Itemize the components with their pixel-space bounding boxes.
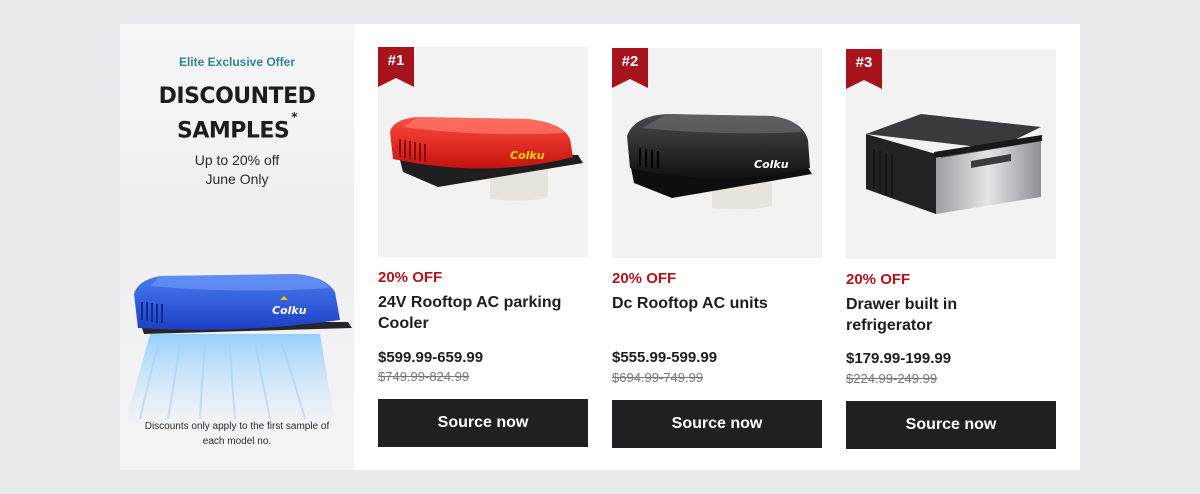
product-image-2[interactable]: Colku #2 [612,48,822,258]
original-price-1: $749.99-824.99 [378,369,470,384]
product-card-2[interactable]: Colku #2 20% OFF Dc Rooftop AC units $55… [612,24,822,470]
promo-eyebrow: Elite Exclusive Offer [178,55,296,69]
promo-disclaimer: Discounts only apply to the first sample… [144,421,330,447]
product-image-1[interactable]: Colku #1 [378,47,588,257]
discount-label-2: 20% OFF [612,270,677,287]
product-image-3[interactable]: #3 [846,49,1056,259]
rank-badge-1: #1 [378,47,414,87]
rank-badge-3: #3 [846,49,882,89]
promo-banner[interactable]: Elite Exclusive Offer DISCOUNTED SAMPLES… [120,24,354,470]
product-name-1[interactable]: 24V Rooftop AC parking Cooler [378,292,578,334]
product-name-2[interactable]: Dc Rooftop AC units [612,293,812,314]
rank-label-3: #3 [855,54,873,71]
promo-sub-line-1: Up to 20% off [194,152,280,168]
discount-label-1: 20% OFF [378,269,443,286]
source-now-button-1[interactable]: Source now [378,399,588,447]
discount-label-3: 20% OFF [846,271,911,288]
product-price-1: $599.99-659.99 [378,349,484,366]
source-now-button-2[interactable]: Source now [612,400,822,448]
colku-logo-blue: Colku [272,304,307,317]
headline-line-1: DISCOUNTED [158,84,316,109]
original-price-2: $694.99-749.99 [612,370,704,385]
product-card-1[interactable]: Colku #1 20% OFF 24V Rooftop AC parking … [378,24,588,470]
blue-ac-unit-image: Colku [125,274,352,424]
promo-subtitle: Up to 20% off June Only [120,151,354,189]
colku-logo-red: Colku [510,149,545,162]
headline-line-2: SAMPLES [176,118,290,144]
source-now-button-3[interactable]: Source now [846,401,1056,449]
product-name-3[interactable]: Drawer built in refrigerator [846,294,1046,336]
promo-card: Elite Exclusive Offer DISCOUNTED SAMPLES… [120,24,1080,470]
product-price-2: $555.99-599.99 [612,349,718,366]
original-price-3: $224.99-249.99 [846,371,938,386]
rank-label-1: #1 [387,52,405,69]
colku-logo-black: Colku [754,158,789,171]
rank-label-2: #2 [621,53,639,70]
rank-badge-2: #2 [612,48,648,88]
product-card-3[interactable]: #3 20% OFF Drawer built in refrigerator … [846,24,1056,470]
promo-headline: DISCOUNTED SAMPLES* [120,82,354,145]
headline-asterisk: * [291,110,298,124]
product-price-3: $179.99-199.99 [846,350,952,367]
promo-sub-line-2: June Only [205,171,269,187]
